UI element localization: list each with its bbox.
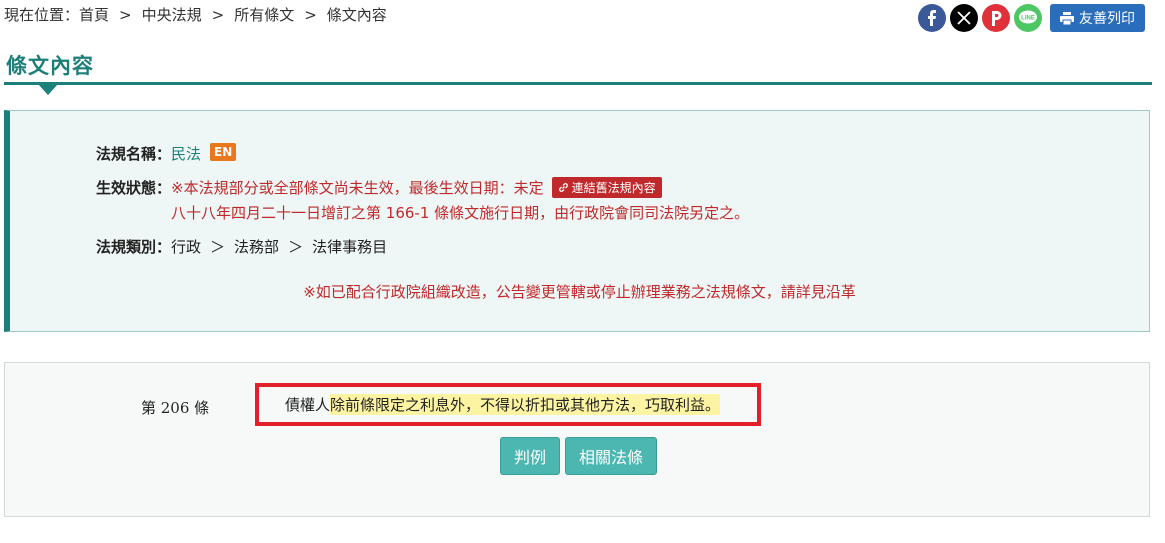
breadcrumb-current: 條文內容	[326, 6, 387, 24]
page-title: 條文內容	[6, 54, 94, 78]
precedent-button[interactable]: 判例	[500, 437, 561, 475]
title-underline	[4, 82, 1152, 85]
category-item: 法律事務目	[312, 238, 388, 256]
x-share-button[interactable]	[950, 4, 978, 32]
breadcrumb-separator: >	[211, 5, 225, 24]
x-icon	[957, 11, 971, 25]
facebook-share-button[interactable]	[918, 4, 946, 32]
status-note: 八十八年四月二十一日增訂之第 166-1 條條文施行日期，由行政院會同司法院另定…	[171, 204, 750, 222]
line-share-button[interactable]: LINE	[1014, 4, 1042, 32]
article-text-highlight: 除前條限定之利息外，不得以折扣或其他方法，巧取利益。	[330, 394, 721, 415]
plurk-icon	[992, 11, 1002, 26]
article-text-box: 債權人 除前條限定之利息外，不得以折扣或其他方法，巧取利益。	[255, 383, 761, 426]
share-toolbar: LINE 友善列印	[914, 4, 1145, 32]
english-version-badge[interactable]: EN	[210, 143, 237, 161]
law-name-row: 法規名稱： 民法 EN	[96, 143, 237, 164]
category-item: 行政	[171, 238, 202, 256]
article-text-plain: 債權人	[285, 396, 331, 414]
category-separator: ＞	[288, 238, 304, 256]
breadcrumb: 現在位置： 首頁 > 中央法規 > 所有條文 > 條文內容	[4, 4, 387, 25]
reorganization-notice: ※如已配合行政院組織改造，公告變更管轄或停止辦理業務之法規條文，請詳見沿革	[303, 283, 856, 301]
category-row: 法規類別： 行政 ＞ 法務部 ＞ 法律事務目	[96, 236, 387, 257]
breadcrumb-separator: >	[304, 5, 317, 24]
old-law-link-button[interactable]: 連結舊法規內容	[551, 177, 662, 198]
law-name-label: 法規名稱：	[96, 145, 172, 163]
breadcrumb-lead: 現在位置：	[4, 6, 80, 24]
article-number: 第 206 條	[141, 399, 210, 417]
law-info-panel: 法規名稱： 民法 EN 生效狀態： ※本法規部分或全部條文尚未生效，最後生效日期…	[4, 110, 1150, 332]
breadcrumb-separator: >	[119, 5, 132, 24]
category-separator: ＞	[210, 238, 226, 256]
link-icon	[558, 183, 568, 192]
breadcrumb-home[interactable]: 首頁	[79, 4, 109, 25]
print-label: 友善列印	[1079, 11, 1135, 27]
facebook-icon	[928, 10, 936, 26]
article-buttons: 判例 相關法條	[500, 437, 662, 475]
status-text: ※本法規部分或全部條文尚未生效，最後生效日期：未定	[171, 179, 544, 197]
category-item: 法務部	[234, 238, 280, 256]
line-icon: LINE	[1019, 10, 1037, 24]
breadcrumb-all-articles[interactable]: 所有條文	[234, 4, 294, 25]
printer-icon	[1060, 11, 1074, 25]
plurk-share-button[interactable]	[982, 4, 1010, 32]
breadcrumb-central-laws[interactable]: 中央法規	[142, 4, 202, 25]
article-panel: 第 206 條 債權人 除前條限定之利息外，不得以折扣或其他方法，巧取利益。 判例…	[4, 362, 1150, 517]
related-articles-button[interactable]: 相關法條	[565, 437, 658, 475]
law-name-link[interactable]: 民法	[171, 143, 201, 164]
print-button[interactable]: 友善列印	[1050, 4, 1145, 32]
svg-text:LINE: LINE	[1021, 16, 1035, 22]
title-arrow	[38, 84, 58, 95]
category-label: 法規類別：	[96, 238, 172, 256]
status-label: 生效狀態：	[96, 179, 172, 197]
status-row: 生效狀態： ※本法規部分或全部條文尚未生效，最後生效日期：未定 連結舊法規內容 …	[96, 177, 749, 223]
old-law-link-label: 連結舊法規內容	[571, 181, 656, 195]
